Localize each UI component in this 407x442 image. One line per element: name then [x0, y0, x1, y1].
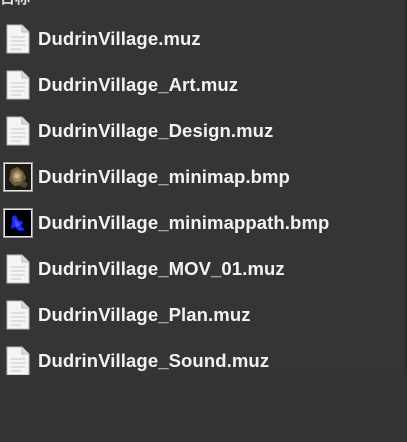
empty-list-area: [0, 375, 407, 442]
file-list: DudrinVillage.muz DudrinVillage_Art.muz: [3, 16, 403, 384]
file-row[interactable]: DudrinVillage_Design.muz: [3, 108, 403, 154]
file-name: DudrinVillage_Design.muz: [38, 120, 274, 141]
file-name: DudrinVillage_Sound.muz: [38, 350, 270, 371]
minimappath-thumbnail-icon: [3, 207, 33, 239]
document-icon: [3, 253, 33, 285]
file-name: DudrinVillage_minimap.bmp: [38, 166, 290, 187]
document-icon: [3, 345, 33, 377]
file-row[interactable]: DudrinVillage_MOV_01.muz: [3, 246, 403, 292]
file-name: DudrinVillage_Art.muz: [38, 74, 239, 95]
file-row[interactable]: DudrinVillage_minimap.bmp: [3, 154, 403, 200]
file-name: DudrinVillage.muz: [38, 28, 201, 49]
file-name: DudrinVillage_Plan.muz: [38, 304, 251, 325]
document-icon: [3, 299, 33, 331]
document-icon: [3, 23, 33, 55]
document-icon: [3, 115, 33, 147]
file-row[interactable]: DudrinVillage_minimappath.bmp: [3, 200, 403, 246]
file-name: DudrinVillage_minimappath.bmp: [38, 212, 330, 233]
document-icon: [3, 69, 33, 101]
file-row[interactable]: DudrinVillage_Art.muz: [3, 62, 403, 108]
file-row[interactable]: DudrinVillage.muz: [3, 16, 403, 62]
file-name: DudrinVillage_MOV_01.muz: [38, 258, 285, 279]
minimap-thumbnail-icon: [3, 161, 33, 193]
column-header-label[interactable]: 日称: [0, 0, 30, 7]
file-row[interactable]: DudrinVillage_Plan.muz: [3, 292, 403, 338]
